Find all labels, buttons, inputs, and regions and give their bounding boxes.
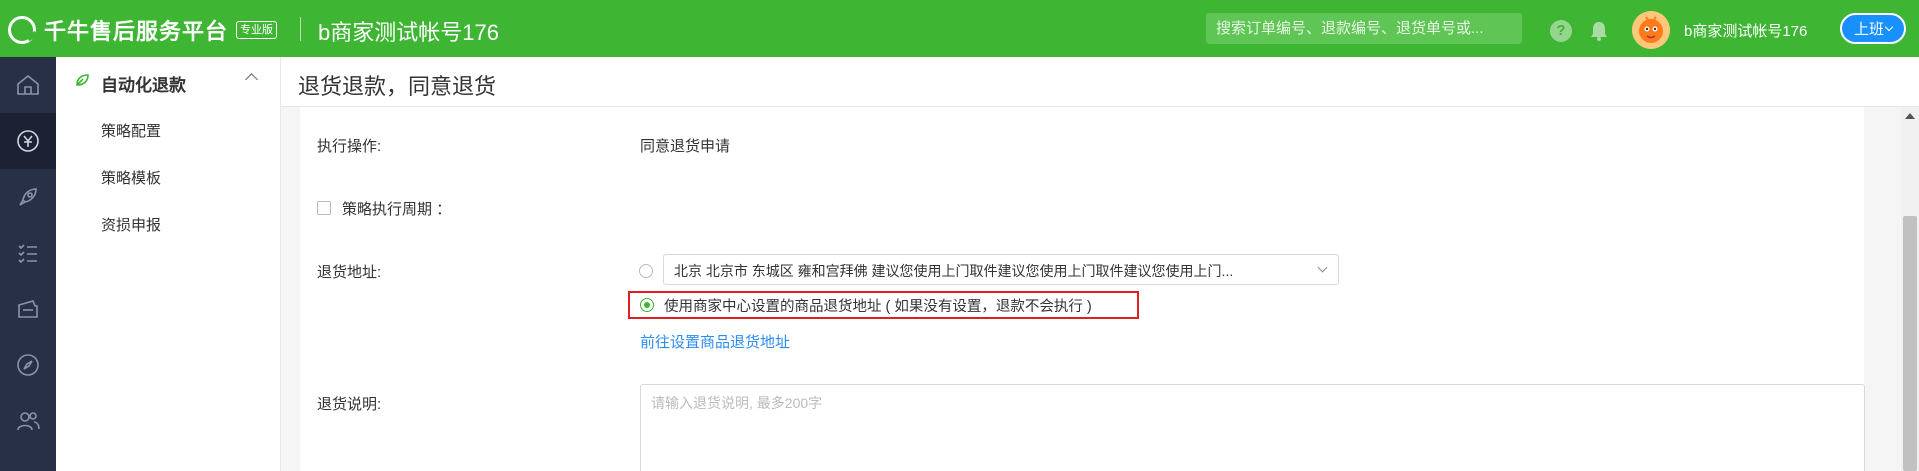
rail-users[interactable] <box>0 393 56 449</box>
home-icon <box>17 74 39 95</box>
work-status-button[interactable]: 上班 <box>1840 13 1906 44</box>
search-input[interactable] <box>1206 13 1522 44</box>
work-status-label: 上班 <box>1853 21 1884 38</box>
rail-refund[interactable] <box>0 113 56 169</box>
bell-icon[interactable] <box>1588 20 1610 42</box>
brand-badge: 专业版 <box>236 21 278 39</box>
rail-home[interactable] <box>0 57 56 113</box>
chevron-down-icon <box>1317 262 1328 273</box>
subnav-item-loss-declaration[interactable]: 资损申报 <box>101 214 161 235</box>
chevron-up-icon <box>245 73 258 86</box>
brand-logo-icon <box>8 16 36 44</box>
account-title: b商家测试帐号176 <box>318 20 499 45</box>
rail-compass[interactable] <box>0 337 56 393</box>
user-name[interactable]: b商家测试帐号176 <box>1684 20 1807 41</box>
address-label: 退货地址: <box>317 264 382 281</box>
list-icon <box>18 244 37 264</box>
users-icon <box>17 412 40 431</box>
yuan-icon <box>17 130 39 152</box>
header-divider <box>300 17 301 41</box>
custom-address-radio[interactable] <box>639 264 653 278</box>
rail-list[interactable] <box>0 225 56 281</box>
subnav-item-strategy-template[interactable]: 策略模板 <box>101 167 161 188</box>
ticket-icon <box>18 300 38 318</box>
brand-name: 千牛售后服务平台 <box>44 19 229 44</box>
scroll-up-arrow[interactable] <box>1905 113 1915 119</box>
period-label: 策略执行周期 ： <box>342 201 452 218</box>
icon-rail <box>0 57 56 471</box>
leaf-icon <box>76 74 89 86</box>
action-label: 执行操作: <box>317 138 382 155</box>
center-address-radio[interactable] <box>640 298 654 312</box>
page-title: 退货退款，同意退货 <box>298 74 497 99</box>
sub-sidebar: 自动化退款 策略配置 策略模板 资损申报 <box>56 57 281 471</box>
page-header: 退货退款，同意退货 <box>281 57 1919 107</box>
period-checkbox[interactable] <box>317 201 331 215</box>
rail-automation[interactable] <box>0 169 56 225</box>
action-value: 同意退货申请 <box>640 138 731 155</box>
center-address-label[interactable]: 使用商家中心设置的商品退货地址 ( 如果没有设置，退款不会执行 ) <box>664 295 1092 316</box>
avatar[interactable] <box>1632 11 1670 49</box>
return-description-input[interactable] <box>640 384 1865 471</box>
subnav-item-strategy-config[interactable]: 策略配置 <box>101 120 161 141</box>
subnav-group-title: 自动化退款 <box>101 76 186 95</box>
address-select-value: 北京 北京市 东城区 雍和宫拜佛 建议您使用上门取件建议您使用上门取件建议您使用… <box>674 263 1234 279</box>
chevron-down-icon <box>1884 22 1894 31</box>
desc-label: 退货说明: <box>317 396 382 413</box>
scrollbar-thumb[interactable] <box>1903 216 1917 471</box>
rocket-icon <box>19 188 37 206</box>
address-select[interactable]: 北京 北京市 东城区 雍和宫拜佛 建议您使用上门取件建议您使用上门取件建议您使用… <box>663 254 1339 285</box>
subnav-group-header[interactable]: 自动化退款 <box>56 57 281 105</box>
brand-logo[interactable]: 千牛售后服务平台 专业版 <box>8 14 278 46</box>
rail-ticket[interactable] <box>0 281 56 337</box>
goto-address-settings-link[interactable]: 前往设置商品退货地址 <box>640 331 790 352</box>
compass-icon <box>17 354 39 376</box>
help-icon[interactable]: ? <box>1550 20 1572 42</box>
top-bar: 千牛售后服务平台 专业版 b商家测试帐号176 ? b商家测试帐号176 上班 <box>0 0 1919 57</box>
